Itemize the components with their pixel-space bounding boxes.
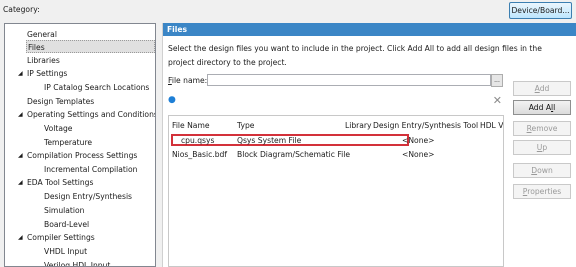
tree-item-incremental-compilation[interactable]: Incremental Compilation [44,163,137,176]
browse-button[interactable]: ... [491,74,503,87]
expand-arrow-icon[interactable]: ◢ [18,176,23,189]
remove-button[interactable]: Remove [513,121,571,136]
search-icon[interactable]: ● [168,95,176,105]
properties-button[interactable]: Properties [513,184,571,199]
file-name-label: File name: [168,76,208,85]
search-row[interactable]: ● ✕ [168,94,504,107]
table-row-file[interactable]: Nios_Basic.bdf [172,150,227,159]
tree-item-files[interactable]: Files [26,40,155,53]
device-board-button[interactable]: Device/Board... [509,2,572,19]
tree-item-design-entry-synthesis[interactable]: Design Entry/Synthesis [44,190,132,203]
tree-item-compiler-settings[interactable]: Compiler Settings [27,231,95,244]
files-table[interactable]: File Name Type Library Design Entry/Synt… [168,115,504,267]
expand-arrow-icon[interactable]: ◢ [18,149,23,162]
files-panel-title: Files [163,23,576,36]
table-row-type[interactable]: Qsys System File [237,136,301,145]
table-row-type[interactable]: Block Diagram/Schematic File [237,150,350,159]
file-name-input[interactable] [207,74,491,86]
up-button[interactable]: Up [513,140,571,155]
expand-arrow-icon[interactable]: ◢ [18,231,23,244]
column-header-file-name[interactable]: File Name [172,121,210,130]
tree-item-compilation-process-settings[interactable]: Compilation Process Settings [27,149,137,162]
expand-arrow-icon[interactable]: ◢ [18,108,23,121]
tree-item-vhdl-input[interactable]: VHDL Input [44,245,87,258]
tree-item-eda-tool-settings[interactable]: EDA Tool Settings [27,176,93,189]
tree-item-board-level[interactable]: Board-Level [44,218,89,231]
category-tree[interactable]: General Files Libraries ◢ IP Settings IP… [4,23,156,267]
table-row-tool[interactable]: <None> [402,150,435,159]
column-header-type[interactable]: Type [237,121,254,130]
expand-arrow-icon[interactable]: ◢ [18,67,23,80]
tree-item-libraries[interactable]: Libraries [27,54,60,67]
tree-item-simulation[interactable]: Simulation [44,204,84,217]
tree-item-voltage[interactable]: Voltage [44,122,72,135]
clear-icon[interactable]: ✕ [493,94,502,107]
files-panel: Files Select the design files you want t… [162,23,576,267]
table-row-tool[interactable]: <None> [402,136,435,145]
add-all-button[interactable]: Add All [513,100,571,115]
tree-item-temperature[interactable]: Temperature [44,136,92,149]
tree-item-operating-settings[interactable]: Operating Settings and Conditions [27,108,155,121]
column-header-library[interactable]: Library [345,121,372,130]
category-label: Category: [3,5,40,14]
instructions-text: Select the design files you want to incl… [168,44,542,67]
add-button[interactable]: Add [513,81,571,96]
tree-item-verilog-hdl-input[interactable]: Verilog HDL Input [44,259,110,266]
tree-item-design-templates[interactable]: Design Templates [27,95,94,108]
down-button[interactable]: Down [513,163,571,178]
column-header-hdl-version[interactable]: HDL Ve [480,121,503,130]
tree-item-ip-settings[interactable]: IP Settings [27,67,67,80]
tree-item-ip-catalog-search-locations[interactable]: IP Catalog Search Locations [44,81,149,94]
column-header-tool[interactable]: Design Entry/Synthesis Tool [373,121,478,130]
table-row-file[interactable]: cpu.qsys [181,136,214,145]
